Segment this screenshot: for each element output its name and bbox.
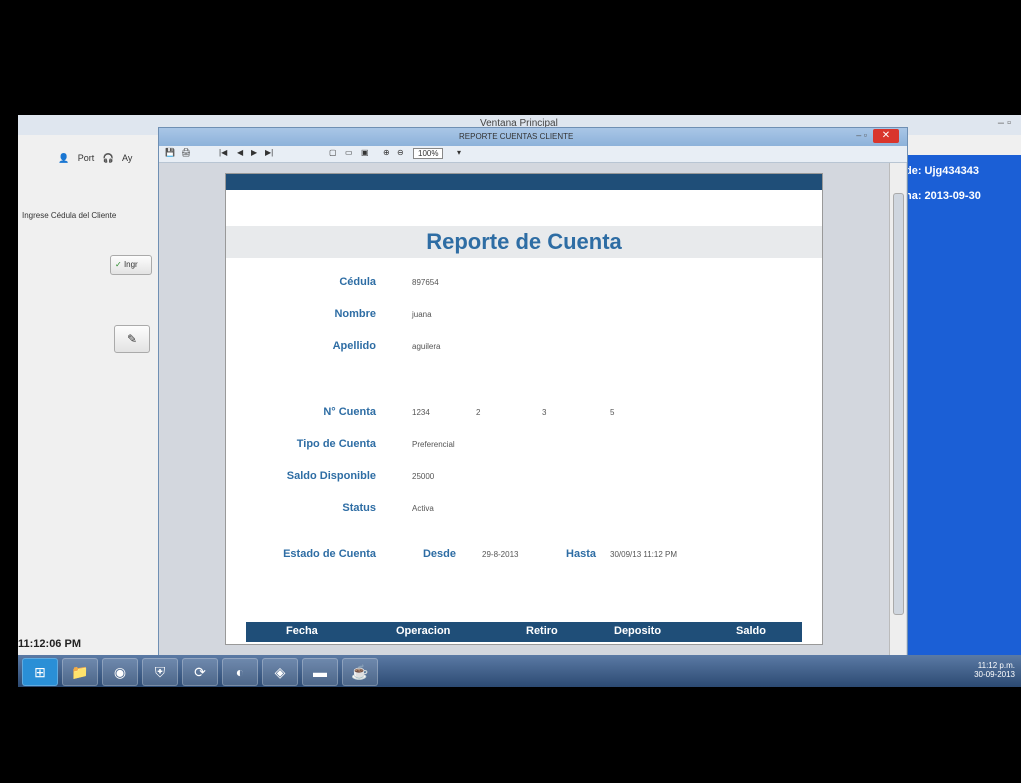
col-retiro: Retiro [526, 625, 558, 637]
apellido-value: aguilera [412, 342, 441, 351]
apellido-label: Apellido [332, 340, 376, 352]
zoom-in-icon[interactable]: ⊕ [383, 148, 390, 157]
next-page-icon[interactable]: ▶ [251, 148, 257, 157]
tipo-cuenta-value: Preferencial [412, 440, 455, 449]
zoom-select[interactable]: 100% [413, 148, 444, 159]
edit-button[interactable]: ✎ [114, 325, 150, 353]
close-button[interactable]: ✕ [873, 129, 899, 143]
cuenta-value-3: 3 [542, 408, 547, 417]
start-button[interactable]: ⊞ [22, 658, 58, 686]
last-page-icon[interactable]: ▶| [265, 148, 273, 157]
actual-size-icon[interactable]: ▣ [361, 148, 369, 157]
vertical-scrollbar[interactable] [889, 163, 906, 658]
app-icon-2[interactable]: ◐ [222, 658, 258, 686]
nombre-label: Nombre [334, 308, 376, 320]
report-page: Reporte de Cuenta Cédula 897654 Nombre j… [225, 173, 823, 645]
main-left-pane: 👤 Port 🎧 Ay Ingrese Cédula del Cliente ✓… [18, 135, 168, 655]
print-icon[interactable]: 🖨 [181, 148, 191, 157]
tray-time: 11:12 p.m. [977, 661, 1015, 670]
status-value: Activa [412, 504, 434, 513]
taskbar: ⊞ 📁 ◉ ⛨ ⟳ ◐ ◈ ▬ ☕ 11:12 p.m. 30-09-2013 [18, 655, 1021, 687]
terminal-icon[interactable]: ▬ [302, 658, 338, 686]
cuenta-value-4: 5 [610, 408, 615, 417]
pen-icon: ✎ [126, 332, 138, 346]
tray-date: 30-09-2013 [974, 670, 1015, 679]
viewer-body: Reporte de Cuenta Cédula 897654 Nombre j… [159, 163, 907, 658]
help-icon[interactable]: 🎧 [103, 153, 114, 163]
viewer-title: REPORTE CUENTAS CLIENTE [459, 132, 574, 141]
chrome-icon[interactable]: ◉ [102, 658, 138, 686]
toolbar-port[interactable]: Port [78, 153, 95, 163]
ingresar-label: Ingr [123, 260, 138, 269]
prev-page-icon[interactable]: ◀ [237, 148, 243, 157]
info-line-1: de: Ujg434343 [905, 165, 979, 177]
zoom-out-icon[interactable]: ⊖ [397, 148, 404, 157]
zoom-dropdown-icon[interactable]: ▾ [457, 148, 461, 157]
cuenta-label: N° Cuenta [323, 406, 376, 418]
viewer-toolbar: 💾 🖨 |◀ ◀ ▶ ▶| ▢ ▭ ▣ ⊕ ⊖ 100% ▾ [159, 146, 907, 163]
col-saldo: Saldo [736, 625, 766, 637]
window-controls[interactable]: – ▫ [998, 117, 1011, 129]
col-fecha: Fecha [286, 625, 318, 637]
main-toolbar: 👤 Port 🎧 Ay [58, 153, 138, 164]
desde-label: Desde [422, 548, 456, 560]
page-header-band [226, 174, 822, 190]
first-page-icon[interactable]: |◀ [219, 148, 227, 157]
check-icon: ✓ [115, 260, 122, 269]
fit-page-icon[interactable]: ▢ [329, 148, 337, 157]
java-icon[interactable]: ☕ [342, 658, 378, 686]
saldo-label: Saldo Disponible [286, 470, 376, 482]
explorer-icon[interactable]: 📁 [62, 658, 98, 686]
info-line-2: ha: 2013-09-30 [905, 190, 981, 202]
minimize-button[interactable]: – ▫ [856, 130, 867, 140]
hasta-label: Hasta [566, 548, 596, 560]
scroll-thumb[interactable] [893, 193, 904, 615]
user-icon[interactable]: 👤 [58, 153, 69, 163]
movements-table-header: Fecha Operacion Retiro Deposito Saldo [246, 622, 802, 642]
fit-width-icon[interactable]: ▭ [345, 148, 353, 157]
app-icon-3[interactable]: ◈ [262, 658, 298, 686]
cedula-value: 897654 [412, 278, 439, 287]
nombre-value: juana [412, 310, 432, 319]
cedula-label: Cédula [339, 276, 376, 288]
save-icon[interactable]: 💾 [165, 148, 175, 157]
desktop-screen: Ventana Principal – ▫ 👤 Port 🎧 Ay Ingres… [18, 115, 1021, 687]
col-operacion: Operacion [396, 625, 451, 637]
ingresar-button[interactable]: ✓ Ingr [110, 255, 152, 275]
app-icon-1[interactable]: ⟳ [182, 658, 218, 686]
viewer-titlebar: REPORTE CUENTAS CLIENTE – ▫ ✕ [159, 128, 907, 146]
shield-icon[interactable]: ⛨ [142, 658, 178, 686]
saldo-value: 25000 [412, 472, 435, 481]
report-viewer-window: REPORTE CUENTAS CLIENTE – ▫ ✕ 💾 🖨 |◀ ◀ ▶… [158, 127, 908, 659]
ingrese-label: Ingrese Cédula del Cliente [22, 211, 117, 220]
status-label: Status [342, 502, 376, 514]
cuenta-value-1: 1234 [412, 408, 430, 417]
tipo-cuenta-label: Tipo de Cuenta [296, 438, 376, 450]
right-info-panel: de: Ujg434343 ha: 2013-09-30 [903, 155, 1021, 655]
system-tray: 11:12 p.m. 30-09-2013 [974, 661, 1015, 679]
desde-value: 29-8-2013 [482, 550, 519, 559]
clock-display: 11:12:06 PM [18, 638, 81, 650]
toolbar-ay[interactable]: Ay [122, 153, 132, 163]
cuenta-value-2: 2 [476, 408, 481, 417]
hasta-value: 30/09/13 11:12 PM [610, 550, 678, 559]
estado-cuenta-label: Estado de Cuenta [283, 548, 376, 560]
col-deposito: Deposito [614, 625, 662, 637]
report-heading: Reporte de Cuenta [426, 229, 622, 254]
